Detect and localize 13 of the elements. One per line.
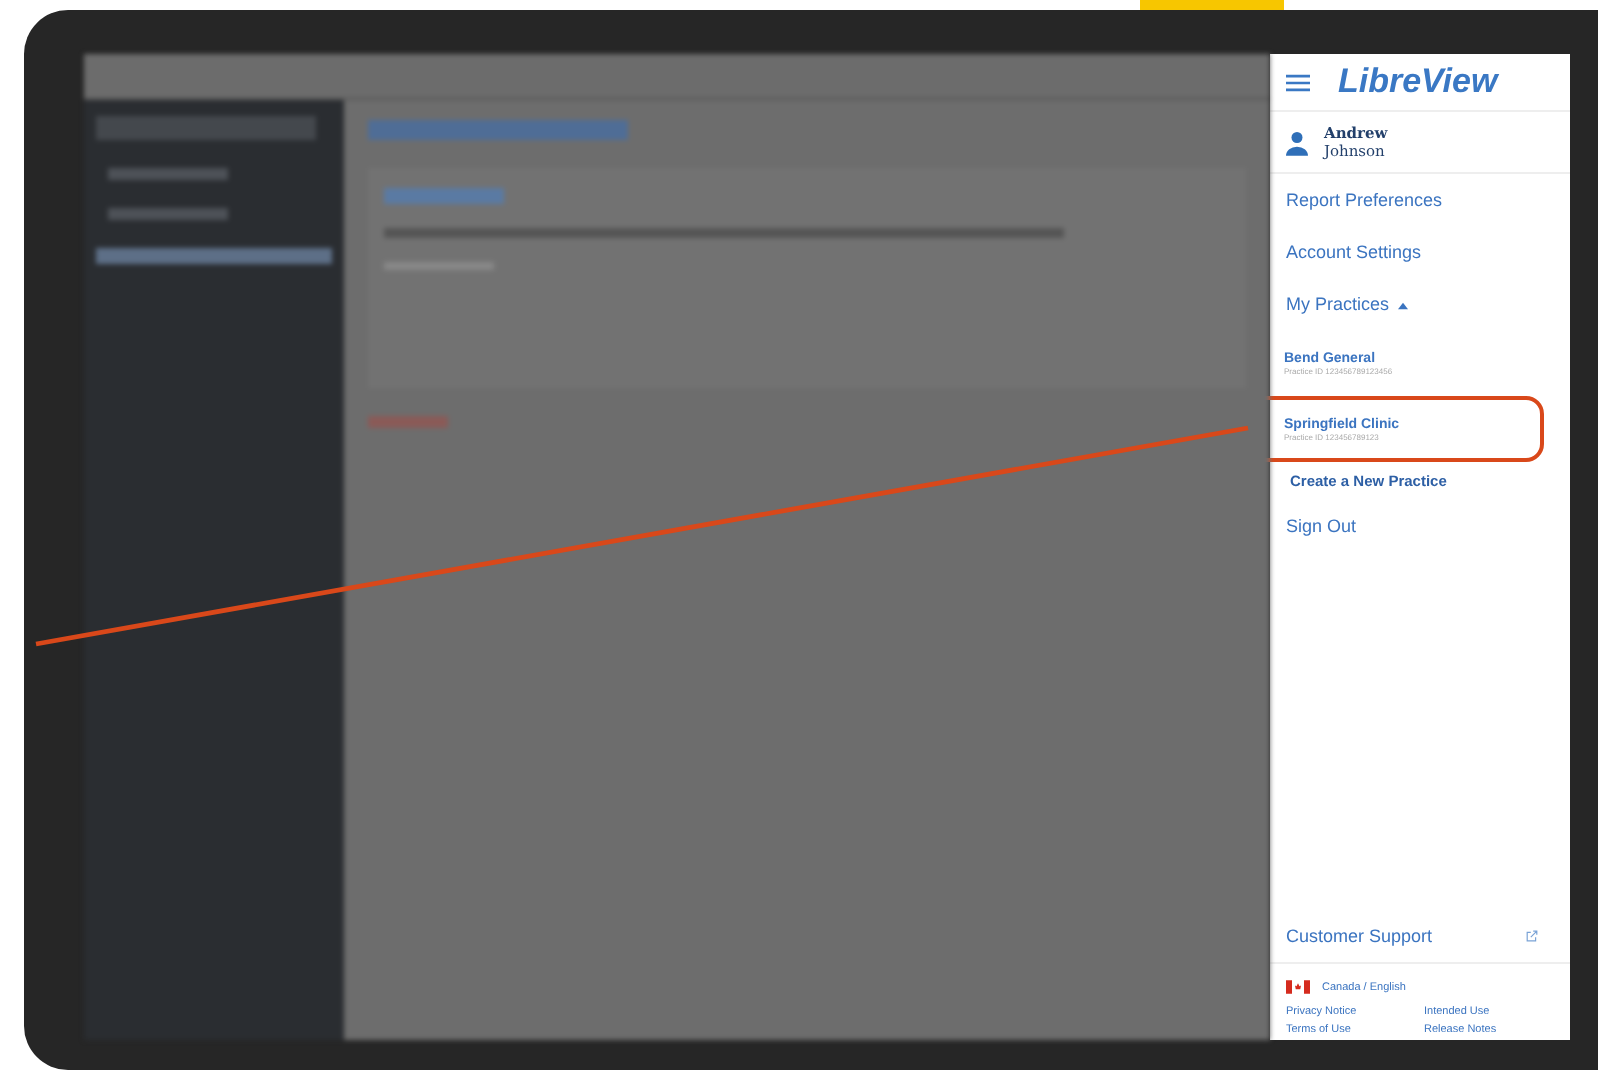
logo: LibreView bbox=[1338, 62, 1498, 102]
blurred-link-bar bbox=[368, 416, 448, 428]
menu-link[interactable]: Account Settings bbox=[1270, 226, 1570, 278]
menu-icon[interactable] bbox=[1286, 73, 1310, 91]
sign-out-link[interactable]: Sign Out bbox=[1270, 500, 1570, 552]
menu-link[interactable]: Report Preferences bbox=[1270, 174, 1570, 226]
blurred-subtitle-bar bbox=[384, 188, 504, 204]
external-link-icon bbox=[1526, 930, 1538, 942]
customer-support-link[interactable]: Customer Support bbox=[1270, 910, 1449, 962]
caret-icon bbox=[1398, 301, 1409, 310]
practices-toggle[interactable]: My Practices bbox=[1270, 278, 1570, 330]
flag-icon bbox=[1286, 980, 1310, 994]
user-icon bbox=[1286, 129, 1308, 155]
